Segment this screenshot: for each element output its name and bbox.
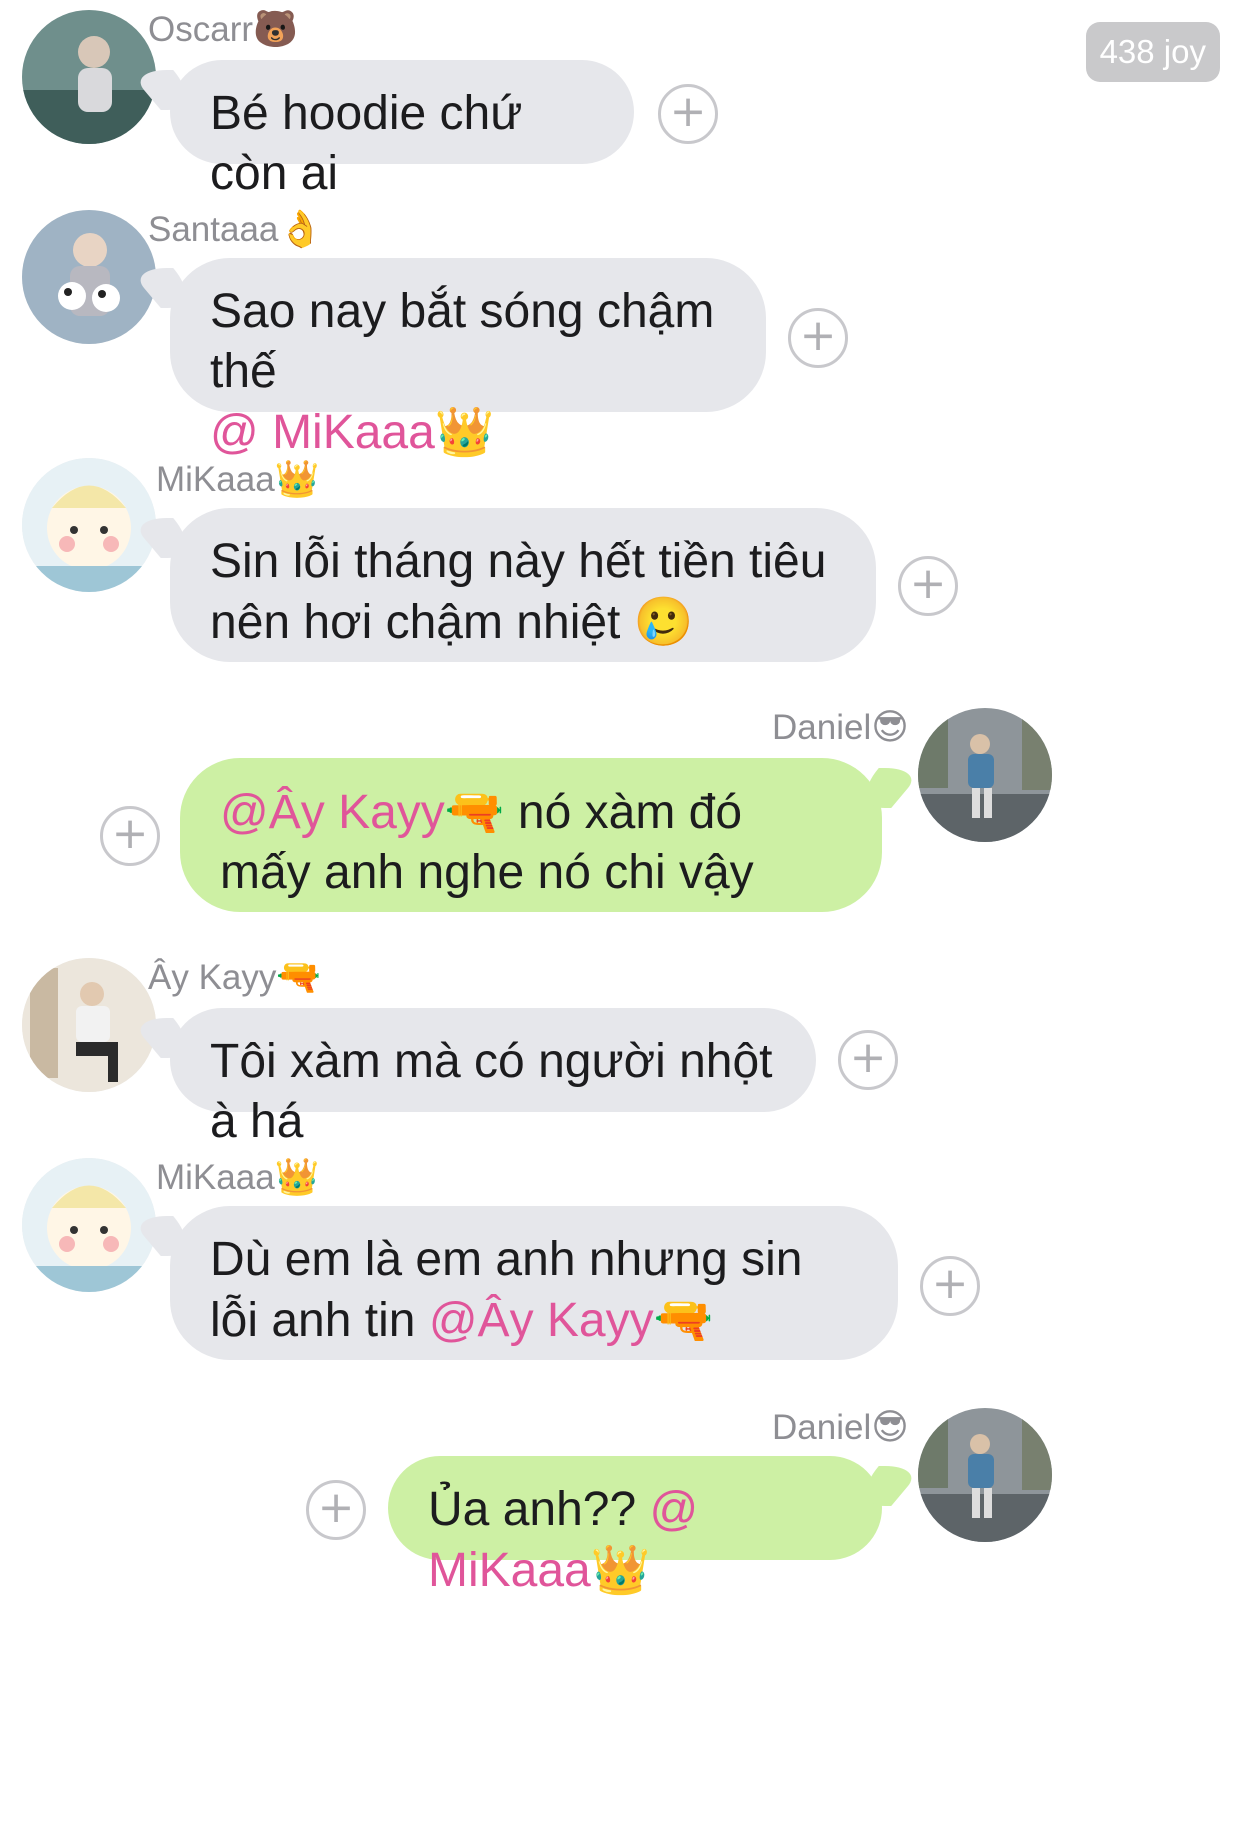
avatar-santaaa[interactable]: [22, 210, 156, 344]
sender-name: Daniel😎: [772, 1407, 909, 1448]
add-reaction-button[interactable]: +: [838, 1030, 898, 1090]
joy-counter-badge: 438 joy: [1085, 22, 1220, 82]
sender-emoji: 👑: [274, 1157, 320, 1198]
add-reaction-button[interactable]: +: [658, 84, 718, 144]
sender-emoji: 👌: [278, 209, 324, 250]
sender-name: Oscarr🐻: [148, 9, 298, 50]
sender-emoji: 😎: [871, 1407, 909, 1448]
chat-thread[interactable]: 438 joy Oscarr🐻 Bé hoodie chứ còn ai + S…: [0, 0, 1242, 1848]
avatar-ay-kayy[interactable]: [22, 958, 156, 1092]
add-reaction-button[interactable]: +: [306, 1480, 366, 1540]
mention-link[interactable]: @Ây Kayy🔫: [429, 1292, 714, 1348]
message-bubble[interactable]: Dù em là em anh nhưng sin lỗi anh tin @Â…: [170, 1206, 898, 1360]
sender-emoji: 😎: [871, 707, 909, 748]
add-reaction-button[interactable]: +: [788, 308, 848, 368]
sender-emoji: 🐻: [253, 9, 298, 50]
sender-name: Santaaa👌: [148, 209, 324, 250]
mention-link[interactable]: @ MiKaaa👑: [210, 404, 495, 460]
avatar-oscarr[interactable]: [22, 10, 156, 144]
mention-link[interactable]: @Ây Kayy🔫: [220, 784, 505, 840]
message-bubble[interactable]: Tôi xàm mà có người nhột à há: [170, 1008, 816, 1148]
add-reaction-button[interactable]: +: [920, 1256, 980, 1316]
avatar-mikaaa[interactable]: [22, 1158, 156, 1292]
message-bubble[interactable]: Bé hoodie chứ còn ai: [170, 60, 634, 200]
sender-name: MiKaaa👑: [156, 459, 320, 500]
add-reaction-button[interactable]: +: [898, 556, 958, 616]
message-bubble[interactable]: Sao nay bắt sóng chậm thế @ MiKaaa👑: [170, 258, 766, 460]
avatar-mikaaa[interactable]: [22, 458, 156, 592]
message-bubble[interactable]: Ủa anh?? @ MiKaaa👑: [388, 1456, 882, 1598]
sender-name: MiKaaa👑: [156, 1157, 320, 1198]
avatar-daniel[interactable]: [918, 708, 1052, 842]
sender-name: Daniel😎: [772, 707, 909, 748]
add-reaction-button[interactable]: +: [100, 806, 160, 866]
message-bubble[interactable]: @Ây Kayy🔫 nó xàm đó mấy anh nghe nó chi …: [180, 758, 882, 912]
sender-emoji: 🔫: [276, 957, 322, 998]
avatar-daniel[interactable]: [918, 1408, 1052, 1542]
sender-name: Ây Kayy🔫: [148, 957, 322, 998]
message-bubble[interactable]: Sin lỗi tháng này hết tiền tiêu nên hơi …: [170, 508, 876, 662]
sender-emoji: 👑: [274, 459, 320, 500]
